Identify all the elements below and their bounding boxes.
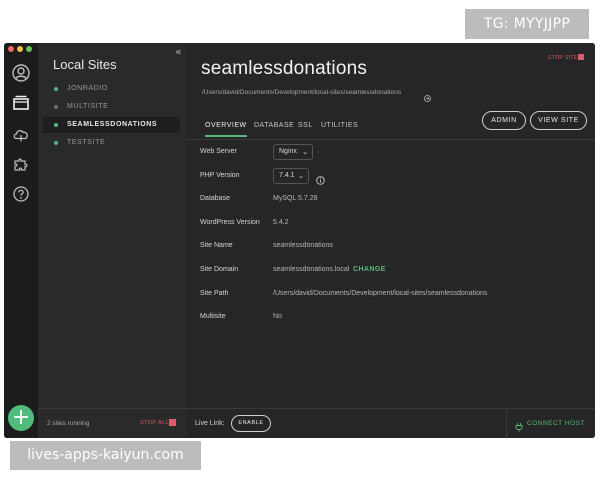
add-site-button[interactable]: +	[8, 405, 34, 431]
database-value: MySQL 5.7.28	[273, 195, 318, 202]
chevron-down-icon: ⌄	[298, 172, 304, 180]
site-item-label: JONRADIO	[67, 85, 108, 92]
admin-button[interactable]: ADMIN	[482, 111, 526, 130]
watermark-top: TG: MYYJJPP	[465, 9, 589, 39]
sites-panel-footer: 2 sites running STOP ALL	[38, 408, 186, 438]
stop-all-button[interactable]: STOP ALL	[140, 420, 169, 426]
multisite-label: Multisite	[200, 313, 226, 320]
status-dot-running	[54, 87, 58, 91]
sites-icon[interactable]	[11, 93, 31, 113]
web-server-label: Web Server	[200, 148, 237, 155]
site-footer: Live Link: ENABLE CONNECT HOST	[186, 408, 595, 438]
wordpress-version-label: WordPress Version	[200, 219, 260, 226]
multisite-value: No	[273, 313, 282, 320]
minimize-window-button[interactable]	[17, 46, 23, 52]
info-icon[interactable]	[316, 172, 325, 185]
status-dot-running	[54, 141, 58, 145]
collapse-sidebar-icon[interactable]: «	[175, 45, 182, 58]
tab-database[interactable]: DATABASE	[254, 122, 294, 129]
close-window-button[interactable]	[8, 46, 14, 52]
help-icon[interactable]	[11, 184, 31, 204]
cloud-icon[interactable]	[11, 124, 31, 144]
status-dot-stopped	[54, 105, 58, 109]
site-item-label: SEAMLESSDONATIONS	[67, 121, 158, 128]
sites-panel: « Local Sites JONRADIO MULTISITE SEAMLES…	[38, 43, 186, 438]
site-detail: STOP SITE seamlessdonations /Users/david…	[186, 43, 595, 438]
sites-running-count: 2 sites running	[47, 420, 90, 427]
icon-rail: +	[4, 43, 38, 438]
database-label: Database	[200, 195, 230, 202]
connect-host-button[interactable]: CONNECT HOST	[527, 420, 585, 427]
php-version-value: 7.4.1	[279, 172, 295, 179]
live-link-label: Live Link:	[195, 420, 225, 427]
puzzle-icon[interactable]	[11, 154, 31, 174]
user-icon[interactable]	[11, 63, 31, 83]
php-version-select[interactable]: 7.4.1 ⌄	[273, 168, 309, 184]
stop-all-icon[interactable]	[169, 419, 176, 426]
plug-icon[interactable]	[514, 419, 524, 432]
site-name-label: Site Name	[200, 242, 233, 249]
site-tabs: OVERVIEW DATABASE SSL UTILITIES	[186, 115, 456, 139]
site-item-seamlessdonations[interactable]: SEAMLESSDONATIONS	[43, 117, 180, 133]
tab-utilities[interactable]: UTILITIES	[321, 122, 358, 129]
watermark-bottom: lives-apps-kaiyun.com	[10, 441, 201, 470]
view-site-button[interactable]: VIEW SITE	[530, 111, 587, 130]
site-item-multisite[interactable]: MULTISITE	[43, 99, 180, 115]
stop-site-icon[interactable]	[578, 54, 584, 60]
status-dot-running	[54, 123, 58, 127]
tab-overview[interactable]: OVERVIEW	[205, 122, 247, 137]
site-item-testsite[interactable]: TESTSITE	[43, 135, 180, 151]
site-name-value[interactable]: seamlessdonations	[273, 242, 333, 249]
change-domain-button[interactable]: CHANGE	[353, 266, 386, 273]
stop-site-button[interactable]: STOP SITE	[548, 55, 578, 61]
site-item-jonradio[interactable]: JONRADIO	[43, 81, 180, 97]
site-item-label: MULTISITE	[67, 103, 109, 110]
enable-live-link-button[interactable]: ENABLE	[231, 415, 271, 432]
tab-ssl[interactable]: SSL	[298, 122, 313, 129]
site-domain-label: Site Domain	[200, 266, 239, 273]
site-path-header: /Users/david/Documents/Development/local…	[202, 89, 402, 96]
maximize-window-button[interactable]	[26, 46, 32, 52]
site-title: seamlessdonations	[201, 58, 368, 79]
app-window: + « Local Sites JONRADIO MULTISITE SEAML…	[4, 43, 595, 438]
sites-panel-title: Local Sites	[53, 57, 117, 72]
wordpress-version-value: 5.4.2	[273, 219, 289, 226]
web-server-value: Nginx	[279, 148, 297, 155]
site-path-label: Site Path	[200, 290, 229, 297]
web-server-select[interactable]: Nginx ⌄	[273, 144, 313, 160]
php-version-label: PHP Version	[200, 172, 240, 179]
chevron-down-icon: ⌄	[302, 148, 308, 156]
reveal-in-finder-icon[interactable]	[424, 89, 431, 102]
site-path-value: /Users/david/Documents/Development/local…	[273, 290, 488, 297]
site-item-label: TESTSITE	[67, 139, 106, 146]
site-domain-value: seamlessdonations.local	[273, 266, 350, 273]
footer-divider	[506, 409, 507, 438]
tab-divider	[186, 139, 595, 140]
